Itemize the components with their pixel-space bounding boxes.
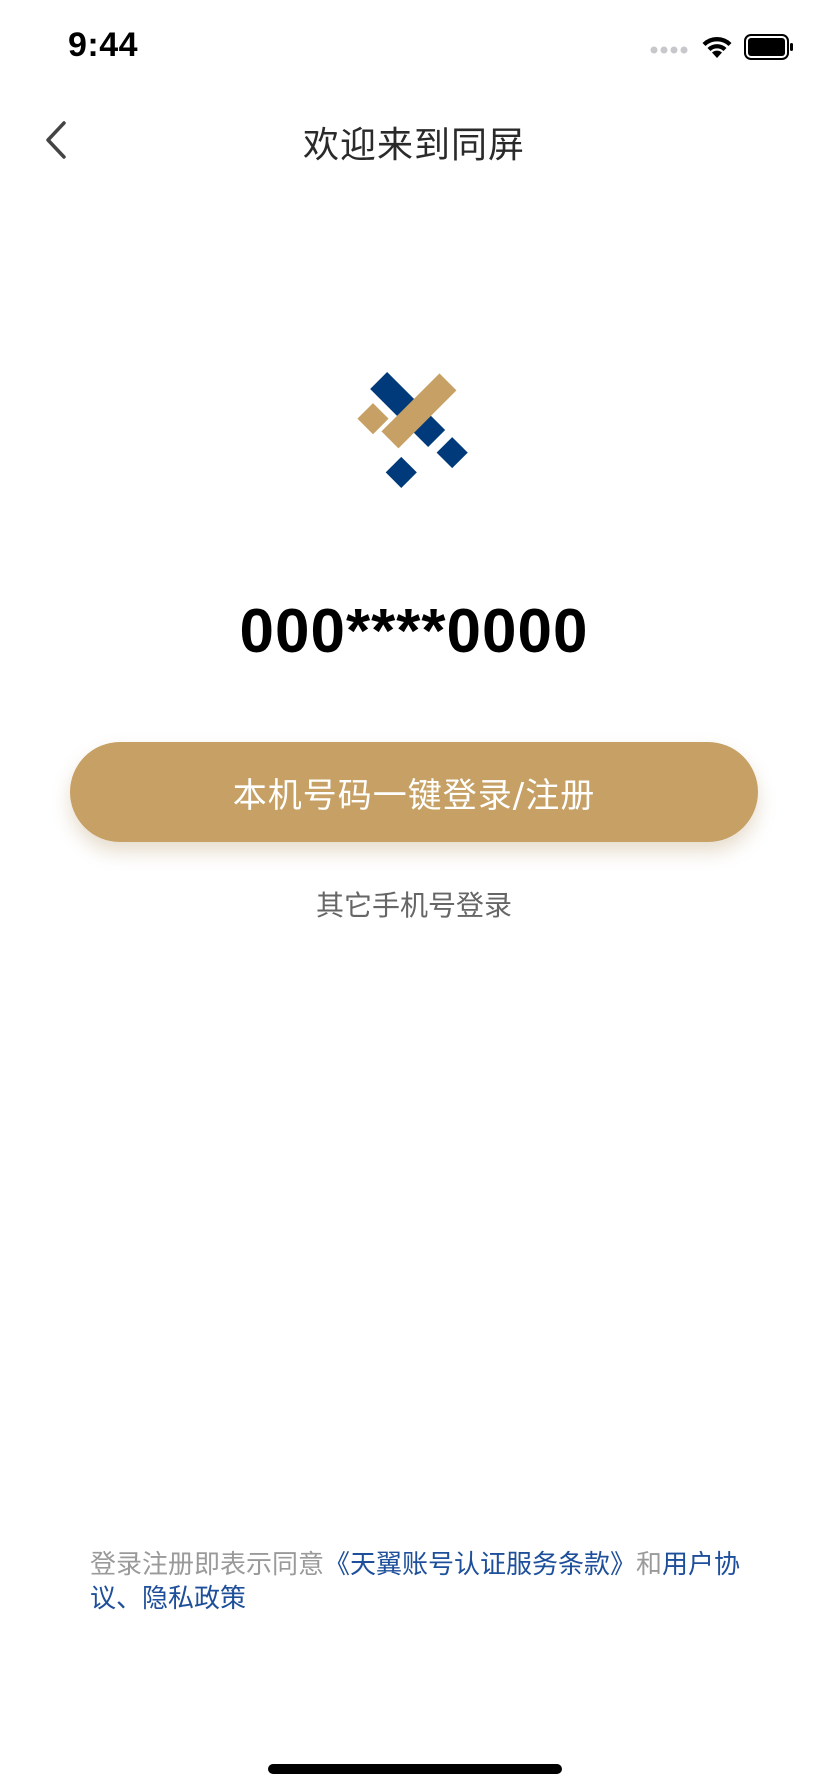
nav-bar: 欢迎来到同屏: [0, 100, 828, 184]
wifi-icon: [700, 34, 734, 64]
privacy-policy-link[interactable]: 隐私政策: [142, 1584, 246, 1614]
agreement-prefix: 登录注册即表示同意: [90, 1550, 325, 1580]
agreement-separator: 、: [116, 1584, 143, 1614]
status-icons: [650, 34, 794, 64]
one-key-login-button[interactable]: 本机号码一键登录/注册: [70, 742, 758, 842]
agreement-text: 登录注册即表示同意《天翼账号认证服务条款》和用户协议、隐私政策: [90, 1548, 750, 1616]
terms-link[interactable]: 《天翼账号认证服务条款》: [324, 1550, 636, 1580]
agreement-and: 和: [636, 1550, 663, 1580]
status-bar: 9:44: [0, 0, 828, 100]
masked-phone-number: 000****0000: [239, 597, 589, 666]
battery-icon: [744, 34, 794, 64]
page-title: 欢迎来到同屏: [302, 125, 525, 166]
other-phone-login-link[interactable]: 其它手机号登录: [0, 884, 828, 924]
one-key-login-label: 本机号码一键登录/注册: [232, 775, 596, 816]
status-time: 9:44: [68, 26, 139, 64]
signal-icon: [650, 40, 690, 59]
home-indicator[interactable]: [268, 1764, 562, 1774]
app-logo: [324, 360, 504, 500]
